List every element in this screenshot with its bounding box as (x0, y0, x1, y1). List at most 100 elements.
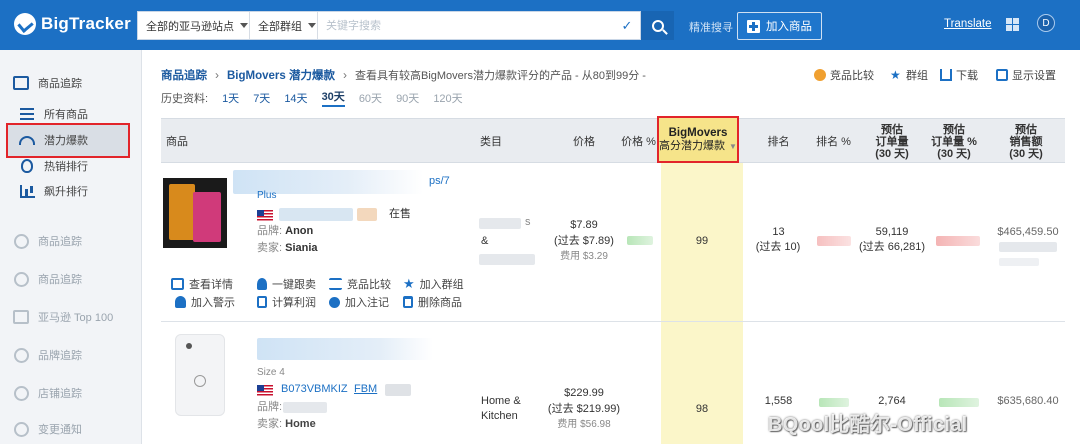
calc-profit-action[interactable]: 计算利润 (257, 294, 316, 310)
breadcrumb-root[interactable]: 商品追踪 (161, 67, 207, 83)
user-avatar[interactable]: D (1037, 14, 1055, 32)
marketplace-select-value: 全部的亚马逊站点 (146, 20, 234, 33)
blurred-badge (385, 384, 411, 396)
sidebar-item-tracking-2[interactable]: 商品追踪 (12, 232, 82, 250)
display-settings-label: 显示设置 (1012, 70, 1056, 82)
product-image[interactable] (175, 334, 225, 416)
trash-icon (403, 296, 413, 308)
history-option-30d[interactable]: 30天 (321, 88, 345, 107)
display-settings-tool[interactable]: 显示设置 (996, 67, 1056, 83)
sidebar-item-bigmovers[interactable]: 潜力爆款 (18, 131, 88, 149)
est-sales-line1: 预估 (1015, 123, 1037, 136)
orders-pct-bar (939, 398, 979, 407)
blurred-sales-fee (999, 258, 1039, 266)
rank-value: 13 (772, 226, 785, 238)
sidebar-item-label: 商品追踪 (38, 274, 82, 286)
sidebar-item-brand-tracking[interactable]: 品牌追踪 (12, 346, 82, 364)
search-input[interactable] (318, 12, 614, 39)
columns-icon (996, 69, 1008, 81)
brand-line: 品牌: Anon (257, 225, 314, 237)
compare-tool-label: 竞品比较 (830, 70, 874, 82)
add-note-action[interactable]: 加入注记 (329, 294, 389, 310)
calc-profit-label: 计算利润 (272, 297, 316, 309)
follow-sell-action[interactable]: 一键跟卖 (257, 276, 316, 292)
logo-text: BigTracker (41, 14, 131, 33)
apps-grid-icon[interactable] (1006, 18, 1019, 31)
add-group-action[interactable]: ★ 加入群组 (403, 276, 464, 292)
product-title-fragment-2[interactable]: Plus (257, 188, 276, 203)
view-details-action[interactable]: 查看详情 (171, 276, 233, 292)
rank-pct-bar (817, 236, 851, 246)
page-title: BigMovers 潜力爆款 (227, 70, 335, 82)
search-bar: 全部的亚马逊站点 全部群组 ✓ (137, 11, 641, 40)
column-price-pct[interactable]: 价格 % (616, 119, 661, 164)
price-value: $7.89 (570, 219, 598, 231)
group-select[interactable]: 全部群组 (250, 12, 318, 39)
sales-value: $465,459.50 (997, 226, 1059, 238)
column-est-orders[interactable]: 预估 订单量 (30 天) (861, 119, 923, 164)
price-fee: 费用 $3.29 (560, 251, 608, 262)
sidebar-item-tracking-3[interactable]: 商品追踪 (12, 270, 82, 288)
history-option-90d[interactable]: 90天 (396, 90, 419, 106)
column-bigmovers-score[interactable]: BigMovers 高分潜力爆款 ▼ (657, 116, 739, 163)
download-icon (940, 69, 952, 81)
sidebar-item-product-tracking[interactable]: 商品追踪 (12, 74, 82, 92)
list-icon (18, 106, 36, 122)
column-est-orders-pct[interactable]: 预估 订单量 % (30 天) (923, 119, 985, 164)
bigmovers-score: 99 (695, 235, 709, 247)
compare-action[interactable]: 竞品比较 (329, 276, 391, 292)
compass-icon (12, 347, 30, 363)
sidebar-item-label: 飙升排行 (44, 186, 88, 198)
orders-value: 59,119 (875, 226, 909, 238)
checkmark-icon[interactable]: ✓ (614, 12, 640, 39)
fire-icon (18, 158, 36, 174)
sidebar-item-rising[interactable]: 飙升排行 (18, 182, 88, 200)
sidebar-item-store-tracking[interactable]: 店铺追踪 (12, 384, 82, 402)
history-option-14d[interactable]: 14天 (284, 90, 307, 106)
sidebar-item-top100[interactable]: 亚马逊 Top 100 (12, 308, 113, 326)
est-orders-line2: 订单量 (875, 135, 909, 148)
marketplace-select[interactable]: 全部的亚马逊站点 (138, 12, 250, 39)
compare-tool[interactable]: 竞品比较 (814, 67, 874, 83)
sidebar-item-bestsellers[interactable]: 热销排行 (18, 157, 88, 175)
column-est-sales[interactable]: 预估 销售额 (30 天) (995, 119, 1057, 164)
history-option-7d[interactable]: 7天 (253, 90, 270, 106)
download-tool[interactable]: 下载 (940, 67, 978, 83)
category-symbol: & (481, 235, 489, 247)
add-alert-action[interactable]: 加入警示 (175, 294, 235, 310)
delete-product-action[interactable]: 删除商品 (403, 294, 462, 310)
orders-before: (过去 66,281) (858, 241, 926, 253)
column-category[interactable]: 类目 (466, 119, 516, 164)
sidebar-item-label: 热销排行 (44, 161, 88, 173)
sidebar-item-notifications[interactable]: 变更通知 (12, 420, 82, 438)
translate-link[interactable]: Translate (944, 18, 992, 30)
breadcrumb: 商品追踪 › BigMovers 潜力爆款 › 查看具有较高BigMovers潜… (161, 67, 646, 83)
column-rank[interactable]: 排名 (751, 119, 806, 164)
sidebar-item-all-products[interactable]: 所有商品 (18, 105, 88, 123)
history-option-120d[interactable]: 120天 (433, 90, 462, 106)
search-button[interactable] (641, 11, 674, 40)
sort-desc-icon: ▼ (729, 141, 737, 151)
rank-pct-bar (819, 398, 849, 407)
history-option-60d[interactable]: 60天 (359, 90, 382, 106)
blurred-asin (279, 208, 353, 221)
column-rank-pct[interactable]: 排名 % (806, 119, 861, 164)
exact-search-link[interactable]: 精准搜寻 (689, 19, 733, 35)
product-image[interactable] (163, 178, 227, 248)
product-title-fragment[interactable]: ps/7 (429, 174, 450, 189)
bigtracker-logo[interactable]: BigTracker (14, 13, 131, 35)
table-header: 商品 类目 价格 价格 % 排名 排名 % 预估 订单量 (30 天) 预估 订… (161, 118, 1065, 163)
brand-line: 品牌: (257, 401, 283, 413)
add-product-button[interactable]: 加入商品 (737, 12, 822, 40)
seller-line: 卖家: Home (257, 418, 316, 430)
column-price[interactable]: 价格 (559, 119, 609, 164)
group-tool[interactable]: ★ 群组 (890, 67, 928, 83)
blurred-sales-before (999, 242, 1057, 252)
product-asin[interactable]: B073VBMKIZ (281, 382, 348, 397)
column-product[interactable]: 商品 (166, 119, 206, 164)
store-icon (12, 385, 30, 401)
alarm-icon (175, 296, 186, 308)
chevron-right-icon: › (343, 68, 347, 82)
history-option-1d[interactable]: 1天 (222, 90, 239, 106)
rank-before: (过去 10) (755, 241, 801, 253)
